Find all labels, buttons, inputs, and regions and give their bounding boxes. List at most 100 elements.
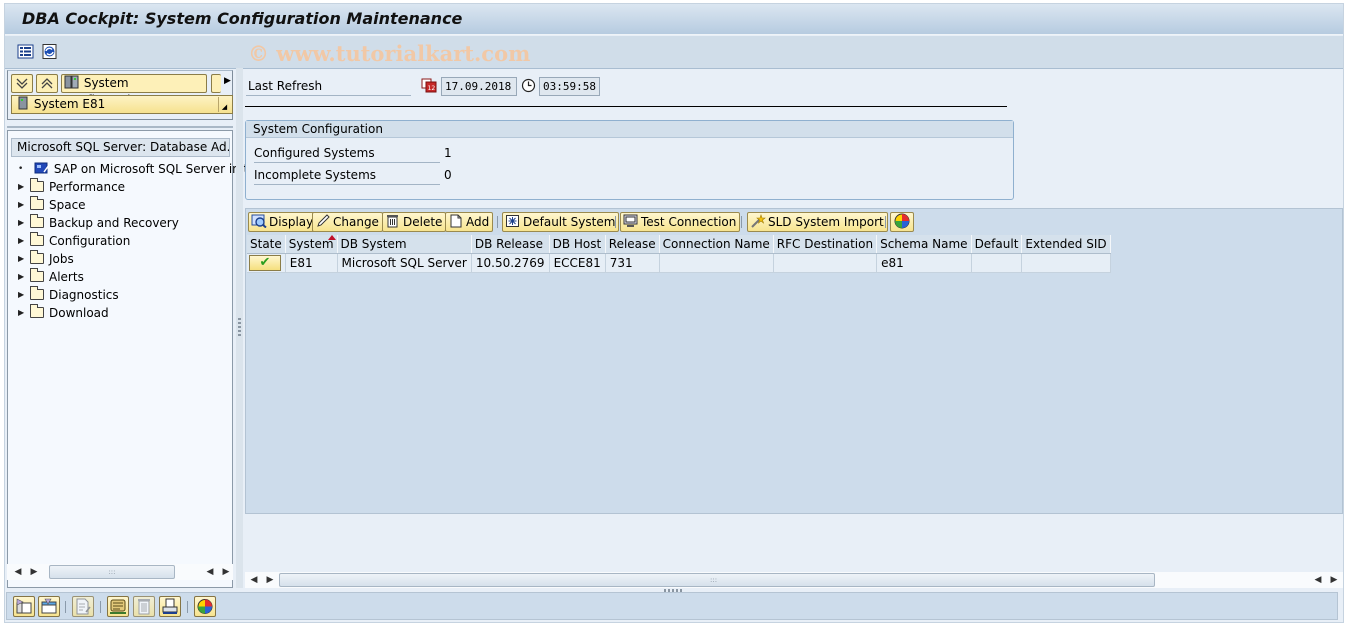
folder-icon: [30, 286, 44, 300]
open-navigation-button[interactable]: [13, 596, 35, 617]
system-configuration-button[interactable]: System Configuration: [61, 74, 207, 107]
scroll-left-arrow-icon[interactable]: ◀: [1311, 572, 1325, 588]
column-header-connection-name[interactable]: Connection Name: [659, 235, 774, 254]
refresh-icon[interactable]: [41, 44, 58, 59]
column-header-schema-name[interactable]: Schema Name: [876, 235, 972, 254]
add-button[interactable]: Add: [445, 212, 494, 232]
delete-button[interactable]: Delete: [382, 212, 447, 232]
tree-item-label: Diagnostics: [49, 288, 119, 302]
column-header-db-host[interactable]: DB Host: [549, 235, 606, 254]
scrollbar-thumb[interactable]: :::: [49, 565, 175, 579]
toolbar-separator: [100, 601, 101, 613]
window-title: DBA Cockpit: System Configuration Mainte…: [22, 9, 463, 28]
cell-system: E81: [285, 253, 338, 273]
test-connection-button[interactable]: Test Connection: [620, 212, 741, 232]
system-selector-dropdown[interactable]: System E81 ◢: [11, 95, 233, 114]
tree-item-download[interactable]: ▶ Download: [18, 304, 109, 322]
default-system-label: Default System: [523, 215, 616, 229]
print-button[interactable]: [159, 596, 181, 617]
scroll-right-arrow-icon[interactable]: ▶: [1327, 572, 1341, 588]
default-system-button[interactable]: Default System: [502, 212, 620, 232]
toolbar-separator: [741, 216, 742, 228]
delete-bottom-button[interactable]: [133, 596, 155, 617]
tree-item-alerts[interactable]: ▶ Alerts: [18, 268, 84, 286]
system-selector-value: System E81: [33, 97, 106, 111]
tree-item-configuration[interactable]: ▶ Configuration: [18, 232, 130, 250]
sld-system-import-button[interactable]: SLD System Import: [747, 212, 888, 232]
expand-arrow-icon[interactable]: ▶: [18, 232, 30, 250]
last-refresh-time-field[interactable]: 03:59:58: [539, 77, 600, 96]
scroll-right-arrow-icon[interactable]: ▶: [263, 572, 277, 588]
expand-arrow-icon[interactable]: ▶: [18, 268, 30, 286]
collapse-navigation-button[interactable]: [38, 596, 60, 617]
tree-horizontal-scrollbar[interactable]: ◀ ▶ ::: ◀ ▶: [7, 564, 233, 580]
expand-arrow-icon[interactable]: ▶: [18, 250, 30, 268]
checkmark-icon[interactable]: ✔: [249, 254, 281, 271]
tree-item-backup-and-recovery[interactable]: ▶ Backup and Recovery: [18, 214, 179, 232]
main-horizontal-scrollbar[interactable]: ◀ ▶ ::: ◀ ▶: [245, 572, 1343, 588]
scrollbar-thumb[interactable]: :::: [279, 573, 1155, 587]
scroll-left-arrow-icon[interactable]: ◀: [11, 564, 25, 580]
navigation-header: System Configuration ▶ System E81 ◢: [7, 70, 233, 120]
expand-arrow-icon[interactable]: ▶: [18, 304, 30, 322]
scroll-right-arrow-icon[interactable]: ▶: [27, 564, 41, 580]
color-settings-bottom-button[interactable]: [194, 596, 216, 617]
last-refresh-date-field[interactable]: 17.09.2018: [441, 77, 517, 96]
column-header-default[interactable]: Default: [971, 235, 1023, 254]
scroll-left-arrow-icon[interactable]: ◀: [203, 564, 217, 580]
double-chevron-down-icon: [16, 78, 28, 89]
tree-item-label: Download: [49, 306, 109, 320]
tree-item-space[interactable]: ▶ Space: [18, 196, 86, 214]
dropdown-resize-icon[interactable]: ◢: [218, 97, 230, 112]
open-nav-icon: [16, 598, 32, 614]
column-header-release[interactable]: Release: [605, 235, 660, 254]
separator-line: [245, 106, 1007, 107]
tree-item-performance[interactable]: ▶ Performance: [18, 178, 125, 196]
cell-release: 731: [605, 253, 660, 273]
cell-state[interactable]: ✔: [247, 253, 286, 273]
pencil-icon: [317, 214, 330, 227]
column-header-extended-sid[interactable]: Extended SID: [1021, 235, 1111, 254]
folder-icon: [30, 214, 44, 228]
column-header-system[interactable]: System: [285, 235, 338, 254]
column-header-db-system[interactable]: DB System: [337, 235, 472, 254]
last-refresh-label: Last Refresh: [248, 79, 323, 93]
expand-arrow-icon[interactable]: ▶: [18, 286, 30, 304]
pane-splitter[interactable]: [236, 68, 243, 588]
trash-icon: [138, 599, 150, 615]
add-label: Add: [466, 215, 490, 229]
collapse-all-button[interactable]: [36, 74, 58, 93]
expand-arrow-icon[interactable]: ▶: [18, 178, 30, 196]
expand-all-button[interactable]: [11, 74, 33, 93]
scroll-right-arrow-icon[interactable]: ▶: [224, 76, 231, 86]
column-header-db-release[interactable]: DB Release: [471, 235, 550, 254]
bottom-toolbar: [6, 592, 1338, 620]
default-star-icon: [506, 215, 519, 227]
double-chevron-up-icon: [41, 78, 53, 89]
edit-document-button[interactable]: [72, 596, 94, 617]
tree-item-label: Space: [49, 198, 86, 212]
incomplete-systems-value: 0: [444, 168, 452, 182]
expand-arrow-icon[interactable]: ▶: [18, 214, 30, 232]
expand-arrow-icon[interactable]: ▶: [18, 196, 30, 214]
nav-divider: [7, 126, 233, 128]
change-button[interactable]: Change: [312, 212, 383, 232]
list-view-icon[interactable]: [17, 44, 34, 59]
scroll-left-arrow-icon[interactable]: ◀: [247, 572, 261, 588]
display-button[interactable]: Display: [248, 212, 318, 232]
tree-item-sap-on-mssql[interactable]: • SAP on Microsoft SQL Server in t: [18, 160, 248, 178]
table-row[interactable]: ✔ E81 Microsoft SQL Server 10.50.2769 EC…: [247, 253, 1111, 273]
tree-item-label: Backup and Recovery: [49, 216, 179, 230]
color-settings-button[interactable]: [890, 212, 914, 232]
tree-item-jobs[interactable]: ▶ Jobs: [18, 250, 74, 268]
grid-toolbar: Display Change Delete Add Default System…: [246, 209, 1342, 235]
title-bar: DBA Cockpit: System Configuration Mainte…: [5, 4, 1343, 35]
column-header-rfc-destination[interactable]: RFC Destination: [773, 235, 878, 254]
label-underline: [246, 95, 411, 96]
scroll-right-arrow-icon[interactable]: ▶: [219, 564, 233, 580]
more-tab-button[interactable]: [211, 74, 221, 93]
script-button[interactable]: [107, 596, 129, 617]
splitter-grip-icon[interactable]: [238, 318, 241, 338]
tree-item-diagnostics[interactable]: ▶ Diagnostics: [18, 286, 119, 304]
column-header-state[interactable]: State: [247, 235, 286, 254]
